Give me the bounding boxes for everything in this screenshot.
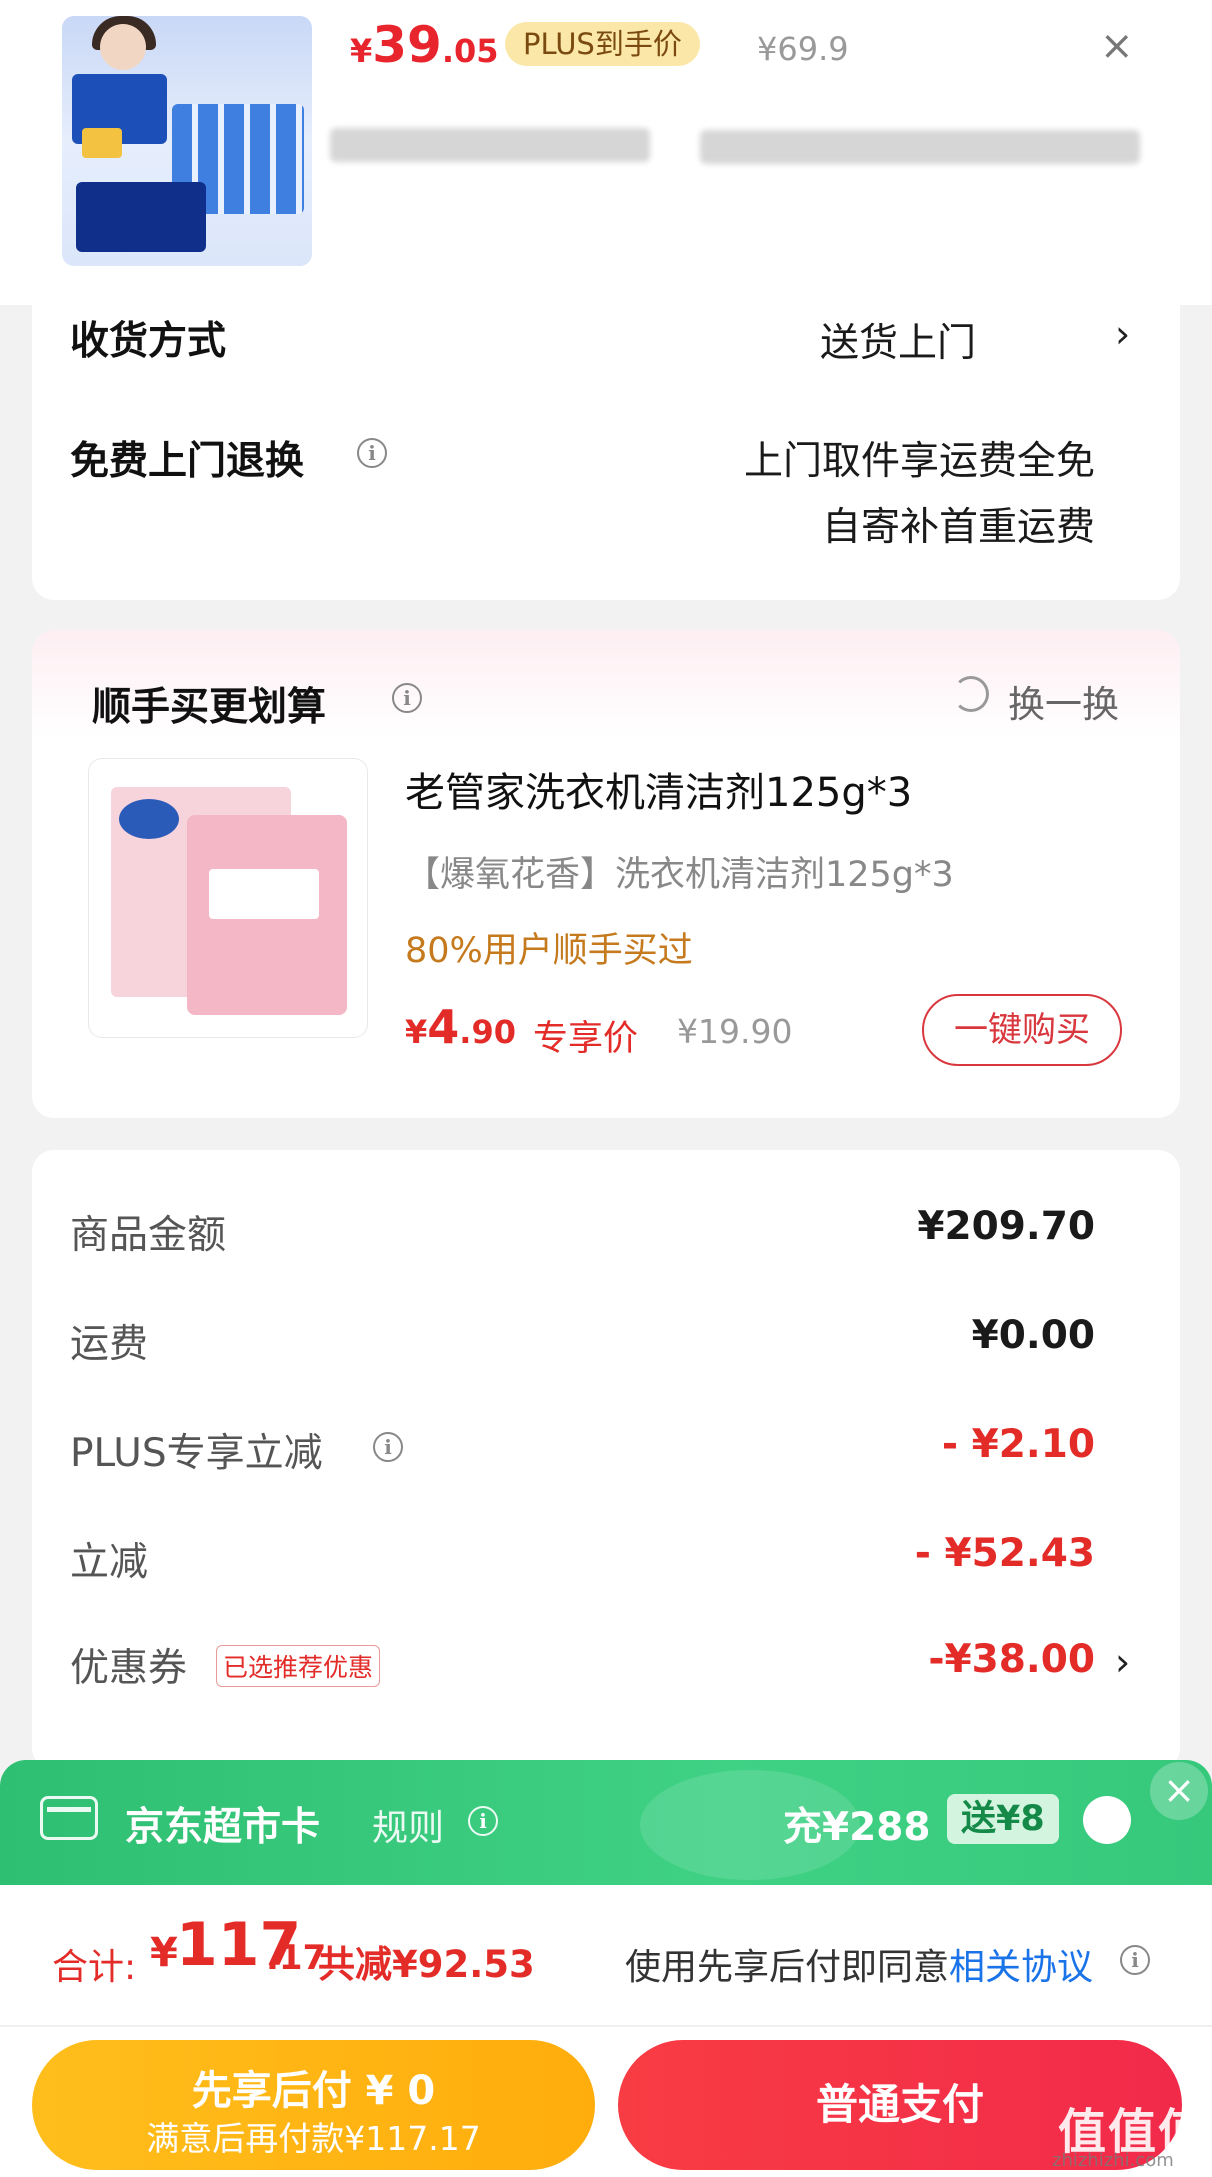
supermarket-card-title: 京东超市卡 bbox=[125, 1805, 321, 1850]
close-icon[interactable]: × bbox=[1150, 1762, 1208, 1820]
info-icon[interactable]: i bbox=[392, 683, 422, 713]
blurred-title-2 bbox=[700, 130, 1140, 164]
rule-link[interactable]: 规则 bbox=[372, 1799, 444, 1851]
thumbnail-discount-label bbox=[76, 182, 206, 252]
summary-value-coupon[interactable]: -¥38.00 bbox=[700, 1637, 1095, 1682]
addon-product-variant: 【爆氧花香】洗衣机清洁剂125g*3 bbox=[405, 855, 954, 895]
divider bbox=[0, 2025, 1212, 2027]
pay-later-title: 先享后付 ¥ 0 bbox=[191, 2068, 436, 2114]
total-label: 合计: bbox=[52, 1947, 137, 1988]
plus-price-badge: PLUS到手价 bbox=[505, 22, 700, 66]
info-icon[interactable]: i bbox=[1120, 1945, 1150, 1975]
total-currency: ¥ bbox=[150, 1930, 178, 1976]
summary-value-plus: - ¥2.10 bbox=[941, 1422, 1095, 1467]
info-icon[interactable]: i bbox=[357, 438, 387, 468]
original-price: ¥69.9 bbox=[757, 30, 849, 68]
product-thumbnail[interactable] bbox=[62, 16, 312, 266]
pay-later-button[interactable]: 先享后付 ¥ 0 满意后再付款¥117.17 bbox=[32, 2040, 595, 2170]
summary-label-goods: 商品金额 bbox=[70, 1213, 227, 1258]
brand-logo bbox=[119, 799, 179, 839]
addon-price: ¥4.90 bbox=[405, 1000, 516, 1054]
card-icon bbox=[40, 1796, 98, 1840]
delivery-method-value[interactable]: 送货上门 bbox=[820, 312, 976, 368]
summary-value-instant: - ¥52.43 bbox=[914, 1531, 1095, 1576]
coupon-recommended-tag: 已选推荐优惠 bbox=[216, 1645, 381, 1687]
product-label bbox=[209, 869, 319, 919]
summary-label-plus: PLUS专享立减 bbox=[70, 1431, 323, 1476]
addon-product-image[interactable] bbox=[88, 758, 368, 1038]
agreement-link[interactable]: 相关协议 bbox=[949, 1947, 1093, 1988]
chevron-right-icon[interactable]: › bbox=[1115, 1640, 1130, 1684]
free-return-line2: 自寄补首重运费 bbox=[821, 505, 1095, 550]
addon-original-price: ¥19.90 bbox=[677, 1012, 793, 1051]
summary-value-shipping: ¥0.00 bbox=[971, 1313, 1095, 1358]
free-return-label: 免费上门退换 bbox=[70, 439, 305, 484]
summary-value-goods: ¥209.70 bbox=[917, 1204, 1095, 1249]
watermark-url: zhizhizhi.com bbox=[1052, 2150, 1174, 2171]
plus-price: ¥39.05 bbox=[350, 16, 499, 74]
chevron-right-icon[interactable]: › bbox=[1115, 312, 1130, 356]
addon-popularity: 80%用户顺手买过 bbox=[405, 931, 693, 971]
thumbnail-model-face bbox=[100, 24, 146, 70]
summary-label-shipping: 运费 bbox=[70, 1322, 149, 1367]
summary-label-coupon[interactable]: 优惠券 bbox=[70, 1637, 187, 1693]
agreement-text: 使用先享后付即同意相关协议 bbox=[625, 1938, 1093, 1990]
pay-later-subtitle: 满意后再付款¥117.17 bbox=[146, 2119, 481, 2158]
info-icon[interactable]: i bbox=[373, 1432, 403, 1462]
addon-price-tag: 专享价 bbox=[533, 1019, 639, 1059]
select-radio[interactable] bbox=[1083, 1796, 1131, 1844]
refresh-label[interactable]: 换一换 bbox=[1008, 674, 1119, 728]
gift-amount: 送¥8 bbox=[947, 1794, 1059, 1844]
refresh-icon[interactable] bbox=[953, 676, 989, 712]
delivery-method-label: 收货方式 bbox=[70, 319, 227, 364]
addon-title: 顺手买更划算 bbox=[92, 685, 327, 730]
blurred-title-1 bbox=[330, 128, 650, 162]
total-saved: 共减¥92.53 bbox=[318, 1943, 535, 1986]
one-click-buy-button[interactable]: 一键购买 bbox=[922, 994, 1122, 1066]
info-icon[interactable]: i bbox=[468, 1806, 498, 1836]
charge-amount: 充¥288 bbox=[783, 1805, 931, 1850]
free-return-line1: 上门取件享运费全免 bbox=[743, 439, 1095, 484]
summary-label-instant: 立减 bbox=[70, 1540, 149, 1585]
agreement-prefix: 使用先享后付即同意 bbox=[625, 1947, 950, 1988]
addon-product-name[interactable]: 老管家洗衣机清洁剂125g*3 bbox=[405, 760, 912, 818]
close-icon[interactable]: × bbox=[1100, 26, 1134, 66]
thumbnail-badge bbox=[82, 128, 122, 158]
